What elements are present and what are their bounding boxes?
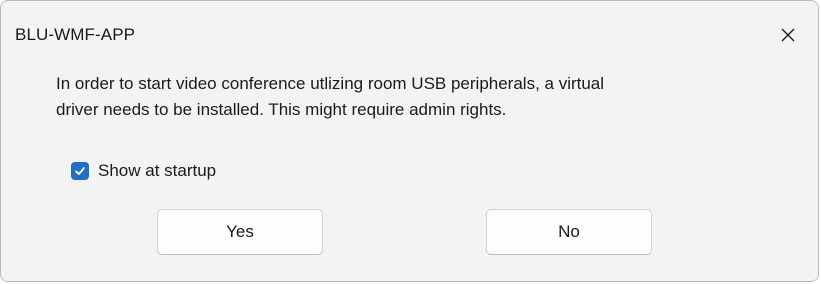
message-line-1: In order to start video conference utliz… [56,74,605,93]
window-title: BLU-WMF-APP [15,25,136,44]
dialog-message: In order to start video conference utliz… [56,71,796,123]
dialog-content: In order to start video conference utliz… [1,63,818,281]
no-button[interactable]: No [486,209,652,255]
yes-button[interactable]: Yes [157,209,323,255]
checkmark-icon [75,167,85,175]
title-bar: BLU-WMF-APP [1,1,818,61]
close-button[interactable] [770,19,806,51]
show-at-startup-checkbox[interactable]: Show at startup [71,161,216,181]
close-icon [781,28,795,42]
dialog-window: BLU-WMF-APP In order to start video conf… [0,0,819,282]
checkbox-box[interactable] [71,162,89,180]
message-line-2: driver needs to be installed. This might… [56,100,507,119]
checkbox-label[interactable]: Show at startup [98,161,216,181]
